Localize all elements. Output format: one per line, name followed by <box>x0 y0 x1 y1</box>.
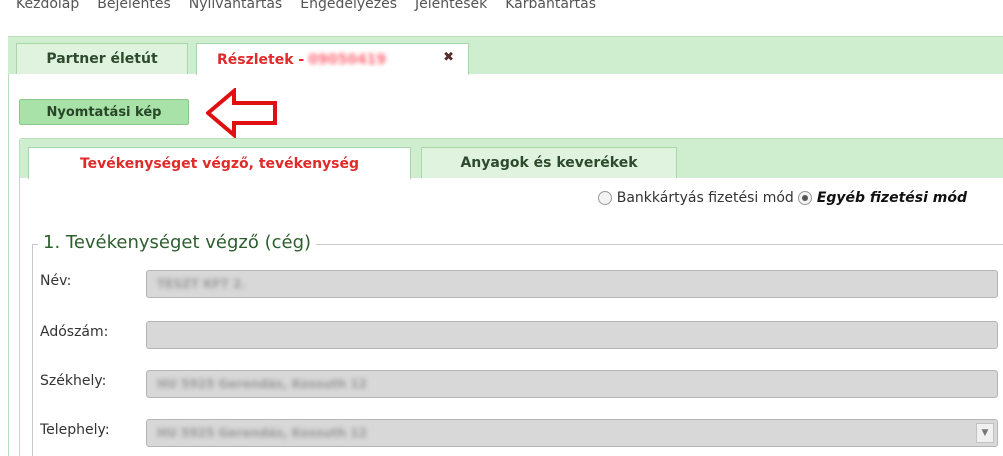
menu-item-home[interactable]: Kezdőlap <box>16 0 79 12</box>
menu-item-licensing[interactable]: Engedélyezés <box>300 0 397 12</box>
chevron-down-icon[interactable]: ▼ <box>976 423 994 443</box>
name-field[interactable]: TESZT KFT 2. <box>146 270 998 298</box>
site-value: HU 5925 Gerendás, Kossuth 12 <box>157 426 368 440</box>
site-select[interactable]: HU 5925 Gerendás, Kossuth 12 ▼ <box>146 419 998 447</box>
menu-item-report[interactable]: Bejelentés <box>97 0 171 12</box>
tab-activity[interactable]: Tevékenységet végző, tevékenység <box>28 147 411 179</box>
tab-activity-label: Tevékenységet végző, tevékenység <box>79 155 360 172</box>
payment-mode-group: Bankkártyás fizetési mód Egyéb fizetési … <box>597 190 971 206</box>
name-label: Név: <box>40 273 72 289</box>
tab-details-id: 09050419 <box>308 51 387 68</box>
other-payment-radio[interactable] <box>797 191 812 205</box>
tab-details[interactable]: Részletek - 09050419 ✖ <box>196 43 469 75</box>
card-payment-label: Bankkártyás fizetési mód <box>616 190 794 206</box>
other-payment-label: Egyéb fizetési mód <box>816 190 967 206</box>
headquarters-label: Székhely: <box>40 373 107 389</box>
menu-item-reports[interactable]: Jelentések <box>415 0 487 12</box>
red-arrow-icon <box>206 88 277 138</box>
close-icon[interactable]: ✖ <box>443 50 454 65</box>
site-label: Telephely: <box>40 422 110 438</box>
print-view-button[interactable]: Nyomtatási kép <box>19 99 189 125</box>
headquarters-field[interactable]: HU 5925 Gerendás, Kossuth 12 <box>146 370 998 398</box>
tab-partner-history[interactable]: Partner életút <box>16 43 188 74</box>
tab-partner-history-label: Partner életút <box>46 51 158 67</box>
headquarters-value: HU 5925 Gerendás, Kossuth 12 <box>157 377 368 391</box>
tab-materials[interactable]: Anyagok és keverékek <box>421 147 677 178</box>
card-payment-radio[interactable] <box>597 191 612 205</box>
tax-number-label: Adószám: <box>40 324 109 340</box>
tax-number-field[interactable] <box>146 321 998 349</box>
tab-materials-label: Anyagok és keverékek <box>460 155 638 171</box>
menu-item-maintenance[interactable]: Karbantartás <box>505 0 596 12</box>
name-value: TESZT KFT 2. <box>157 277 246 291</box>
section-title: 1. Tevékenységet végző (cég) <box>38 232 317 253</box>
tab-details-label: Részletek - <box>217 51 305 68</box>
top-menu: Kezdőlap Bejelentés Nyilvántartás Engedé… <box>0 0 1003 17</box>
menu-item-registry[interactable]: Nyilvántartás <box>189 0 282 12</box>
